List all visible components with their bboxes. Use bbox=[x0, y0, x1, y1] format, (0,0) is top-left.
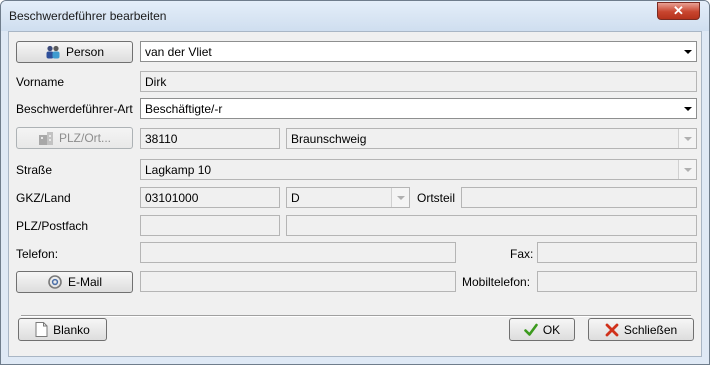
land-value: D bbox=[291, 191, 300, 205]
plz-ort-button[interactable]: PLZ/Ort... bbox=[16, 127, 133, 149]
chevron-down-icon[interactable] bbox=[679, 99, 696, 118]
mobil-label: Mobiltelefon: bbox=[462, 275, 531, 289]
chevron-down-icon[interactable] bbox=[679, 42, 696, 61]
chevron-down-icon[interactable] bbox=[391, 188, 409, 207]
strasse-label: Straße bbox=[16, 163, 53, 177]
plz-ort-button-label: PLZ/Ort... bbox=[58, 131, 111, 145]
dialog-window: Beschwerdeführer bearbeiten ✕ Person van… bbox=[0, 0, 710, 365]
ort-select[interactable]: Braunschweig bbox=[286, 128, 697, 149]
strasse-value: Lagkamp 10 bbox=[145, 163, 212, 177]
telefon-field[interactable] bbox=[140, 242, 456, 263]
person-button[interactable]: Person bbox=[16, 41, 133, 63]
chevron-down-icon[interactable] bbox=[678, 160, 696, 179]
window-title: Beschwerdeführer bearbeiten bbox=[9, 9, 167, 23]
person-select[interactable]: van der Vliet bbox=[140, 41, 697, 62]
strasse-select[interactable]: Lagkamp 10 bbox=[140, 159, 697, 180]
email-button[interactable]: E-Mail bbox=[16, 271, 133, 293]
art-value: Beschäftigte/-r bbox=[145, 102, 223, 116]
close-button[interactable]: Schließen bbox=[588, 318, 694, 341]
persons-icon bbox=[45, 45, 61, 59]
email-field[interactable] bbox=[140, 271, 456, 292]
blank-page-icon bbox=[35, 322, 48, 337]
art-label: Beschwerdeführer-Art bbox=[16, 102, 133, 116]
art-select[interactable]: Beschäftigte/-r bbox=[140, 98, 697, 119]
blanko-button-label: Blanko bbox=[53, 322, 90, 337]
land-select[interactable]: D bbox=[286, 187, 410, 208]
separator bbox=[21, 315, 691, 317]
gkz-field[interactable]: 03101000 bbox=[140, 187, 280, 208]
vorname-label: Vorname bbox=[16, 75, 65, 89]
blanko-button[interactable]: Blanko bbox=[18, 318, 107, 341]
vorname-value: Dirk bbox=[145, 75, 167, 89]
building-icon bbox=[38, 131, 54, 145]
dialog-content: Person van der Vliet Vorname Dirk Beschw… bbox=[8, 31, 702, 357]
at-sign-icon bbox=[47, 275, 63, 289]
chevron-down-icon[interactable] bbox=[678, 129, 696, 148]
ortsteil-label: Ortsteil bbox=[417, 191, 456, 205]
fax-field[interactable] bbox=[537, 242, 697, 263]
postfach-label: PLZ/Postfach bbox=[16, 219, 89, 233]
fax-label: Fax: bbox=[510, 247, 534, 261]
postfach-plz-field[interactable] bbox=[140, 215, 280, 236]
ortsteil-field[interactable] bbox=[461, 187, 697, 208]
ok-button[interactable]: OK bbox=[509, 318, 575, 341]
telefon-label: Telefon: bbox=[16, 247, 59, 261]
gkz-label: GKZ/Land bbox=[16, 191, 71, 205]
gkz-value: 03101000 bbox=[145, 191, 199, 205]
vorname-field[interactable]: Dirk bbox=[140, 71, 697, 92]
red-x-icon bbox=[605, 323, 619, 337]
person-value: van der Vliet bbox=[145, 45, 212, 59]
window-close-button[interactable]: ✕ bbox=[657, 2, 700, 20]
plz-value: 38110 bbox=[145, 132, 178, 146]
close-button-label: Schließen bbox=[623, 322, 678, 337]
title-bar[interactable]: Beschwerdeführer bearbeiten ✕ bbox=[1, 1, 709, 31]
ok-button-label: OK bbox=[542, 322, 561, 337]
postfach-field[interactable] bbox=[286, 215, 697, 236]
mobil-field[interactable] bbox=[537, 271, 697, 292]
plz-field[interactable]: 38110 bbox=[140, 128, 280, 149]
email-button-label: E-Mail bbox=[67, 275, 102, 289]
person-button-label: Person bbox=[65, 45, 105, 59]
checkmark-icon bbox=[524, 323, 538, 337]
ort-value: Braunschweig bbox=[291, 132, 367, 146]
